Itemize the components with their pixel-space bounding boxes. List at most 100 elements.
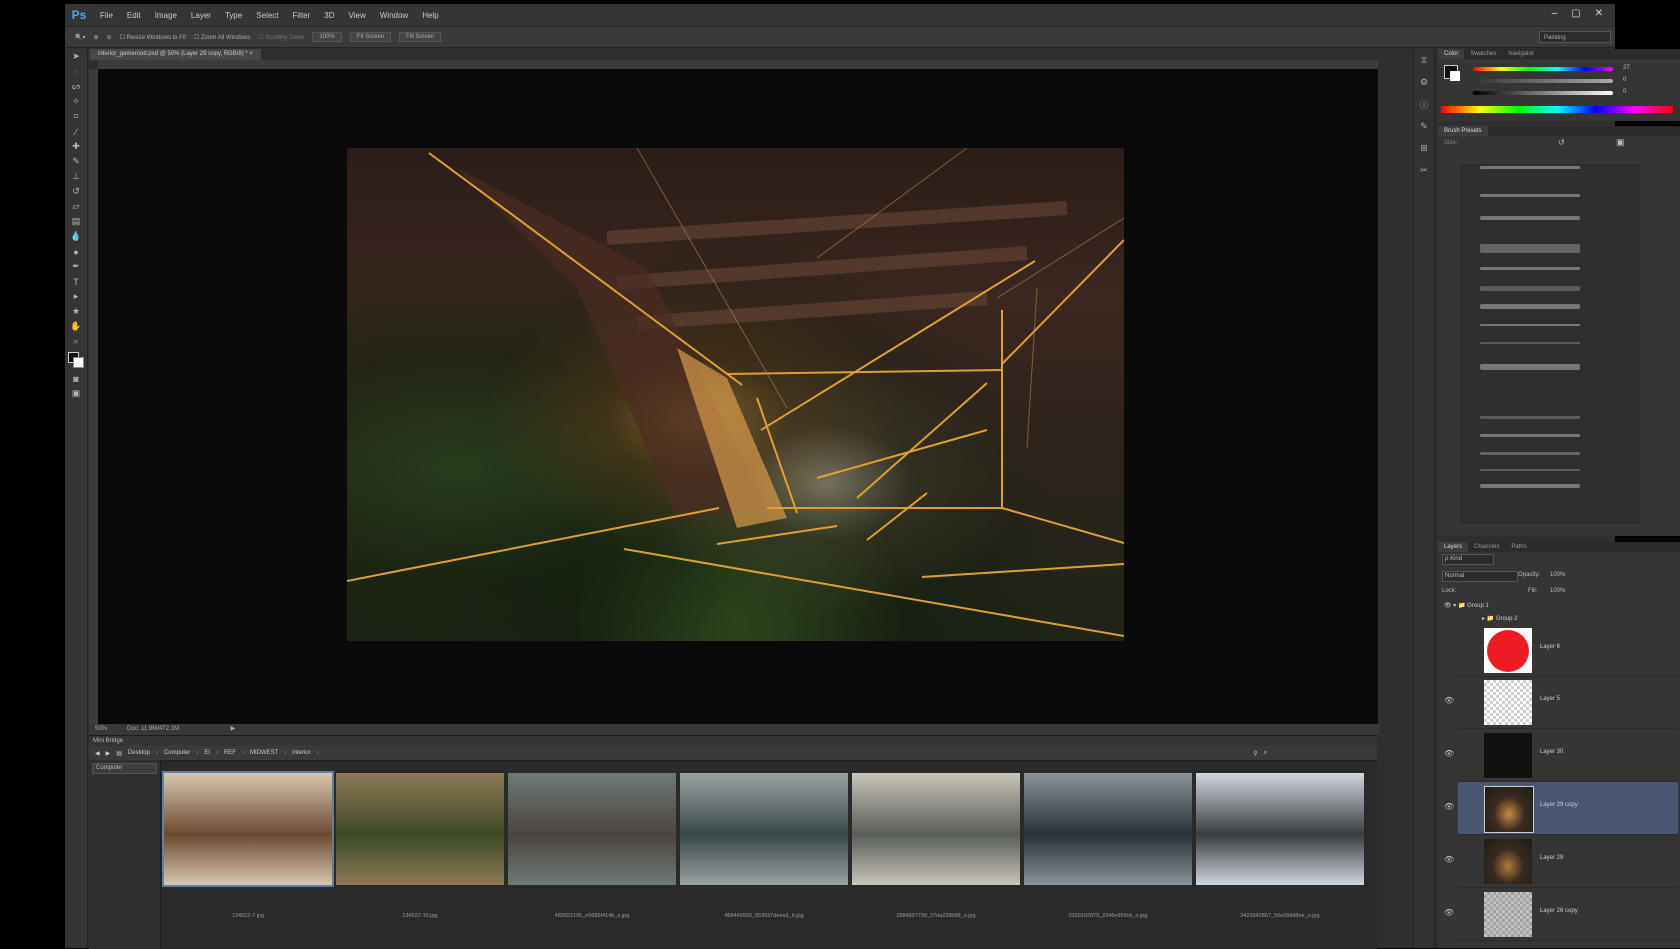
shape-tool-icon[interactable]: ★ <box>65 304 87 319</box>
eye-icon[interactable]: 👁 <box>1444 749 1454 758</box>
color-spectrum[interactable] <box>1441 106 1673 113</box>
menu-view[interactable]: View <box>342 11 373 20</box>
brush-list[interactable] <box>1460 164 1640 524</box>
menu-layer[interactable]: Layer <box>184 11 218 20</box>
dodge-tool-icon[interactable]: ● <box>65 244 87 259</box>
crumb-desktop[interactable]: Desktop <box>128 750 150 756</box>
thumbnail-3[interactable] <box>680 773 848 885</box>
tab-layers[interactable]: Layers <box>1438 542 1469 552</box>
history-panel-icon[interactable]: ⧖ <box>1414 49 1434 71</box>
fit-screen-button[interactable]: Fit Screen <box>349 32 392 42</box>
thumbnail-4[interactable] <box>852 773 1020 885</box>
zoom-tool-icon[interactable]: ⌕ <box>65 334 87 349</box>
artwork[interactable] <box>347 148 1124 641</box>
layer-row-5[interactable]: 👁 Layer 5 <box>1444 676 1678 729</box>
fill-screen-button[interactable]: Fill Screen <box>399 32 442 42</box>
canvas-area[interactable] <box>98 69 1378 724</box>
eraser-tool-icon[interactable]: ▱ <box>65 199 87 214</box>
bright-slider[interactable] <box>1473 91 1613 95</box>
hand-tool-icon[interactable]: ✋ <box>65 319 87 334</box>
zoom-tool-icon[interactable]: 🔍▾ <box>75 34 85 41</box>
crumb-drive[interactable]: EI <box>204 750 210 756</box>
tool-presets-icon[interactable]: ✂ <box>1414 159 1434 181</box>
layer-row-26-copy[interactable]: 👁 Layer 26 copy <box>1444 888 1678 941</box>
eye-icon[interactable]: 👁 <box>1444 802 1454 811</box>
blend-mode-select[interactable]: Normal <box>1442 571 1518 582</box>
blur-tool-icon[interactable]: 💧 <box>65 229 87 244</box>
background-color[interactable] <box>73 357 84 368</box>
tab-channels[interactable]: Channels <box>1468 542 1505 552</box>
document-tab[interactable]: interior_gamerood.psd @ 50% (Layer 29 co… <box>90 49 261 60</box>
info-panel-icon[interactable]: ⓘ <box>1414 93 1434 115</box>
tab-brush-presets[interactable]: Brush Presets <box>1438 126 1488 136</box>
sat-slider[interactable] <box>1473 79 1613 83</box>
tab-paths[interactable]: Paths <box>1505 542 1532 552</box>
brush-reset-icon[interactable]: ↺ <box>1558 138 1565 147</box>
type-tool-icon[interactable]: T <box>65 274 87 289</box>
forward-icon[interactable]: ▶ <box>106 750 111 757</box>
back-icon[interactable]: ◀ <box>95 750 100 757</box>
path-select-icon[interactable]: ▸ <box>65 289 87 304</box>
zoom-level[interactable]: 50% <box>95 726 107 732</box>
menu-image[interactable]: Image <box>148 11 184 20</box>
filter-icon[interactable]: ⚲ <box>1253 750 1257 757</box>
resize-windows-checkbox[interactable]: ☐ Resize Windows to Fit <box>120 34 186 41</box>
layer-row-29-copy[interactable]: 👁 Layer 29 copy <box>1444 782 1678 835</box>
layer-row-29[interactable]: 👁 Layer 29 <box>1444 835 1678 888</box>
layer-row-6[interactable]: Layer 6 <box>1458 624 1678 677</box>
lasso-tool-icon[interactable]: ᔕ <box>65 79 87 94</box>
pen-tool-icon[interactable]: ✒ <box>65 259 87 274</box>
zoom-all-checkbox[interactable]: ☐ Zoom All Windows <box>194 34 250 41</box>
menu-window[interactable]: Window <box>373 11 415 20</box>
eye-icon[interactable]: 👁 <box>1444 908 1454 917</box>
thumbnail-0[interactable] <box>162 771 334 887</box>
close-tab-icon[interactable]: × <box>249 51 253 57</box>
layer-row-30[interactable]: 👁 Layer 30 <box>1444 729 1678 782</box>
eye-icon[interactable]: 👁 <box>1444 603 1452 609</box>
menu-file[interactable]: File <box>93 11 120 20</box>
healing-tool-icon[interactable]: ✚ <box>65 139 87 154</box>
scrubby-zoom-checkbox[interactable]: ☐ Scrubby Zoom <box>258 34 304 41</box>
close-button[interactable]: ✕ <box>1595 8 1603 19</box>
eye-icon[interactable]: 👁 <box>1444 696 1454 705</box>
zoom-100-button[interactable]: 100% <box>312 32 342 42</box>
menu-3d[interactable]: 3D <box>317 11 341 20</box>
menu-filter[interactable]: Filter <box>286 11 318 20</box>
adjustments-panel-icon[interactable]: ⚙ <box>1414 71 1434 93</box>
brush-tool-icon[interactable]: ✎ <box>65 154 87 169</box>
new-brush-folder-icon[interactable]: ▣ <box>1616 137 1625 148</box>
stamp-tool-icon[interactable]: ⊥ <box>65 169 87 184</box>
group-1-row[interactable]: 👁 ▾ 📁 Group 1 <box>1444 602 1489 609</box>
restore-button[interactable]: ▢ <box>1571 8 1580 19</box>
status-arrow-icon[interactable]: ▶ <box>231 726 236 732</box>
bg-color-swatch[interactable] <box>1450 71 1460 81</box>
menu-select[interactable]: Select <box>249 11 285 20</box>
thumbnail-2[interactable] <box>508 773 676 885</box>
marquee-tool-icon[interactable]: ◌ <box>65 64 87 79</box>
screen-mode-icon[interactable]: ▣ <box>65 386 87 401</box>
group-2-row[interactable]: ▸ 📁 Group 2 <box>1482 615 1518 622</box>
view-icon[interactable]: ▤ <box>116 750 122 757</box>
menu-type[interactable]: Type <box>218 11 249 20</box>
location-select[interactable]: Computer <box>92 763 157 774</box>
color-swatches[interactable] <box>65 349 87 371</box>
value-g[interactable]: 0 <box>1623 77 1626 83</box>
zoom-in-icon[interactable]: ⊕ <box>93 34 98 41</box>
menu-edit[interactable]: Edit <box>120 11 148 20</box>
value-b[interactable]: 0 <box>1623 89 1626 95</box>
tab-navigator[interactable]: Navigator <box>1502 49 1540 59</box>
move-tool-icon[interactable]: ➤ <box>65 49 87 64</box>
gradient-tool-icon[interactable]: ▤ <box>65 214 87 229</box>
layer-filter-kind[interactable]: ρ Kind <box>1442 554 1494 565</box>
workspace-select[interactable]: Painting <box>1539 31 1611 43</box>
thumbnail-5[interactable] <box>1024 773 1192 885</box>
crop-tool-icon[interactable]: ⌗ <box>65 109 87 124</box>
thumbnail-1[interactable] <box>336 773 504 885</box>
clone-source-icon[interactable]: ⊞ <box>1414 137 1434 159</box>
crumb-interior[interactable]: interior <box>292 750 310 756</box>
value-r[interactable]: 27 <box>1623 65 1630 71</box>
tab-color[interactable]: Color <box>1438 49 1465 59</box>
quick-mask-icon[interactable]: ◙ <box>65 371 87 386</box>
crumb-midwest[interactable]: MIDWEST <box>250 750 278 756</box>
search-icon[interactable]: ⌕ <box>1264 750 1267 757</box>
